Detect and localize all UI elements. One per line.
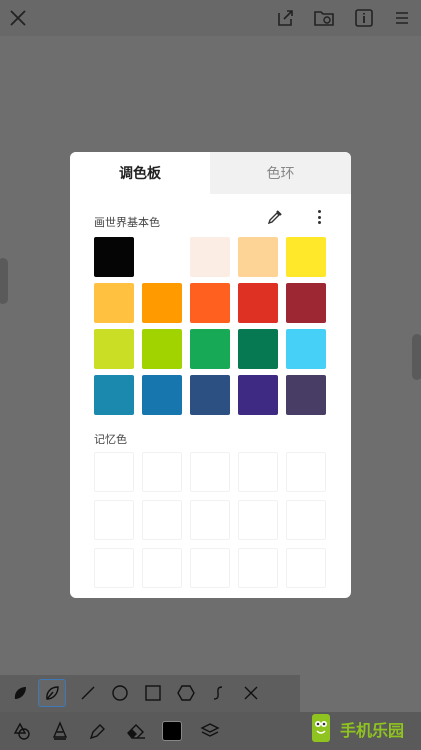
memory-slot[interactable] bbox=[238, 500, 278, 540]
right-slider-handle[interactable] bbox=[412, 334, 421, 380]
line-icon[interactable] bbox=[74, 679, 102, 707]
memory-slot[interactable] bbox=[94, 452, 134, 492]
brand-watermark: 手机乐园 bbox=[306, 708, 421, 750]
pipette-icon[interactable] bbox=[84, 717, 112, 745]
left-slider-handle[interactable] bbox=[0, 258, 8, 304]
memory-slot[interactable] bbox=[238, 452, 278, 492]
tab-color-wheel[interactable]: 色环 bbox=[210, 152, 351, 194]
info-icon[interactable] bbox=[352, 6, 376, 30]
layers-icon[interactable] bbox=[196, 717, 224, 745]
pen-nib-icon[interactable] bbox=[46, 717, 74, 745]
color-swatch[interactable] bbox=[142, 375, 182, 415]
memory-slot[interactable] bbox=[238, 548, 278, 588]
color-swatch[interactable] bbox=[190, 237, 230, 277]
memory-slot[interactable] bbox=[142, 452, 182, 492]
palette-swatch-grid bbox=[94, 237, 326, 415]
color-swatch[interactable] bbox=[238, 375, 278, 415]
close-icon[interactable] bbox=[237, 679, 265, 707]
memory-slot[interactable] bbox=[286, 452, 326, 492]
color-swatch[interactable] bbox=[94, 237, 134, 277]
curve-icon[interactable] bbox=[204, 679, 232, 707]
color-swatch[interactable] bbox=[190, 375, 230, 415]
memory-slot[interactable] bbox=[286, 548, 326, 588]
color-swatch[interactable] bbox=[94, 375, 134, 415]
top-bar bbox=[0, 0, 421, 36]
eyedropper-icon[interactable] bbox=[266, 208, 284, 226]
color-swatch[interactable] bbox=[238, 329, 278, 369]
memory-color-grid bbox=[94, 452, 326, 588]
color-swatch[interactable] bbox=[238, 237, 278, 277]
circle-icon[interactable] bbox=[106, 679, 134, 707]
color-swatch[interactable] bbox=[142, 329, 182, 369]
eraser-icon[interactable] bbox=[122, 717, 150, 745]
color-swatch[interactable] bbox=[286, 329, 326, 369]
brand-text: 手机乐园 bbox=[340, 721, 405, 740]
color-swatch[interactable] bbox=[286, 375, 326, 415]
memory-slot[interactable] bbox=[94, 548, 134, 588]
hexagon-icon[interactable] bbox=[172, 679, 200, 707]
color-swatch[interactable] bbox=[238, 283, 278, 323]
color-swatch[interactable] bbox=[190, 329, 230, 369]
tab-bar: 调色板 色环 bbox=[70, 152, 351, 194]
color-swatch[interactable] bbox=[94, 329, 134, 369]
leaf-brush-icon[interactable] bbox=[6, 679, 34, 707]
current-color-swatch[interactable] bbox=[158, 717, 186, 745]
color-swatch[interactable] bbox=[94, 283, 134, 323]
more-options-icon[interactable] bbox=[312, 208, 326, 226]
menu-icon[interactable] bbox=[390, 6, 414, 30]
phone-mascot-icon bbox=[312, 714, 330, 742]
share-icon[interactable] bbox=[274, 6, 298, 30]
close-icon[interactable] bbox=[6, 6, 30, 30]
memory-slot[interactable] bbox=[190, 500, 230, 540]
color-swatch[interactable] bbox=[142, 283, 182, 323]
memory-slot[interactable] bbox=[94, 500, 134, 540]
memory-slot[interactable] bbox=[142, 500, 182, 540]
palette-label: 画世界基本色 bbox=[94, 216, 160, 229]
color-swatch[interactable] bbox=[190, 283, 230, 323]
lasso-icon[interactable] bbox=[38, 679, 66, 707]
memory-colors-label: 记忆色 bbox=[94, 433, 127, 446]
memory-slot[interactable] bbox=[190, 548, 230, 588]
memory-slot[interactable] bbox=[190, 452, 230, 492]
memory-slot[interactable] bbox=[286, 500, 326, 540]
memory-slot[interactable] bbox=[142, 548, 182, 588]
color-swatch[interactable] bbox=[286, 237, 326, 277]
tab-palette[interactable]: 调色板 bbox=[70, 152, 210, 194]
rectangle-icon[interactable] bbox=[139, 679, 167, 707]
shapes-icon[interactable] bbox=[8, 717, 36, 745]
shape-toolbar bbox=[0, 675, 300, 712]
color-picker-dialog: 调色板 色环 画世界基本色 记忆色 bbox=[70, 152, 351, 598]
color-swatch[interactable] bbox=[286, 283, 326, 323]
folder-icon[interactable] bbox=[312, 6, 336, 30]
color-swatch[interactable] bbox=[142, 237, 182, 277]
